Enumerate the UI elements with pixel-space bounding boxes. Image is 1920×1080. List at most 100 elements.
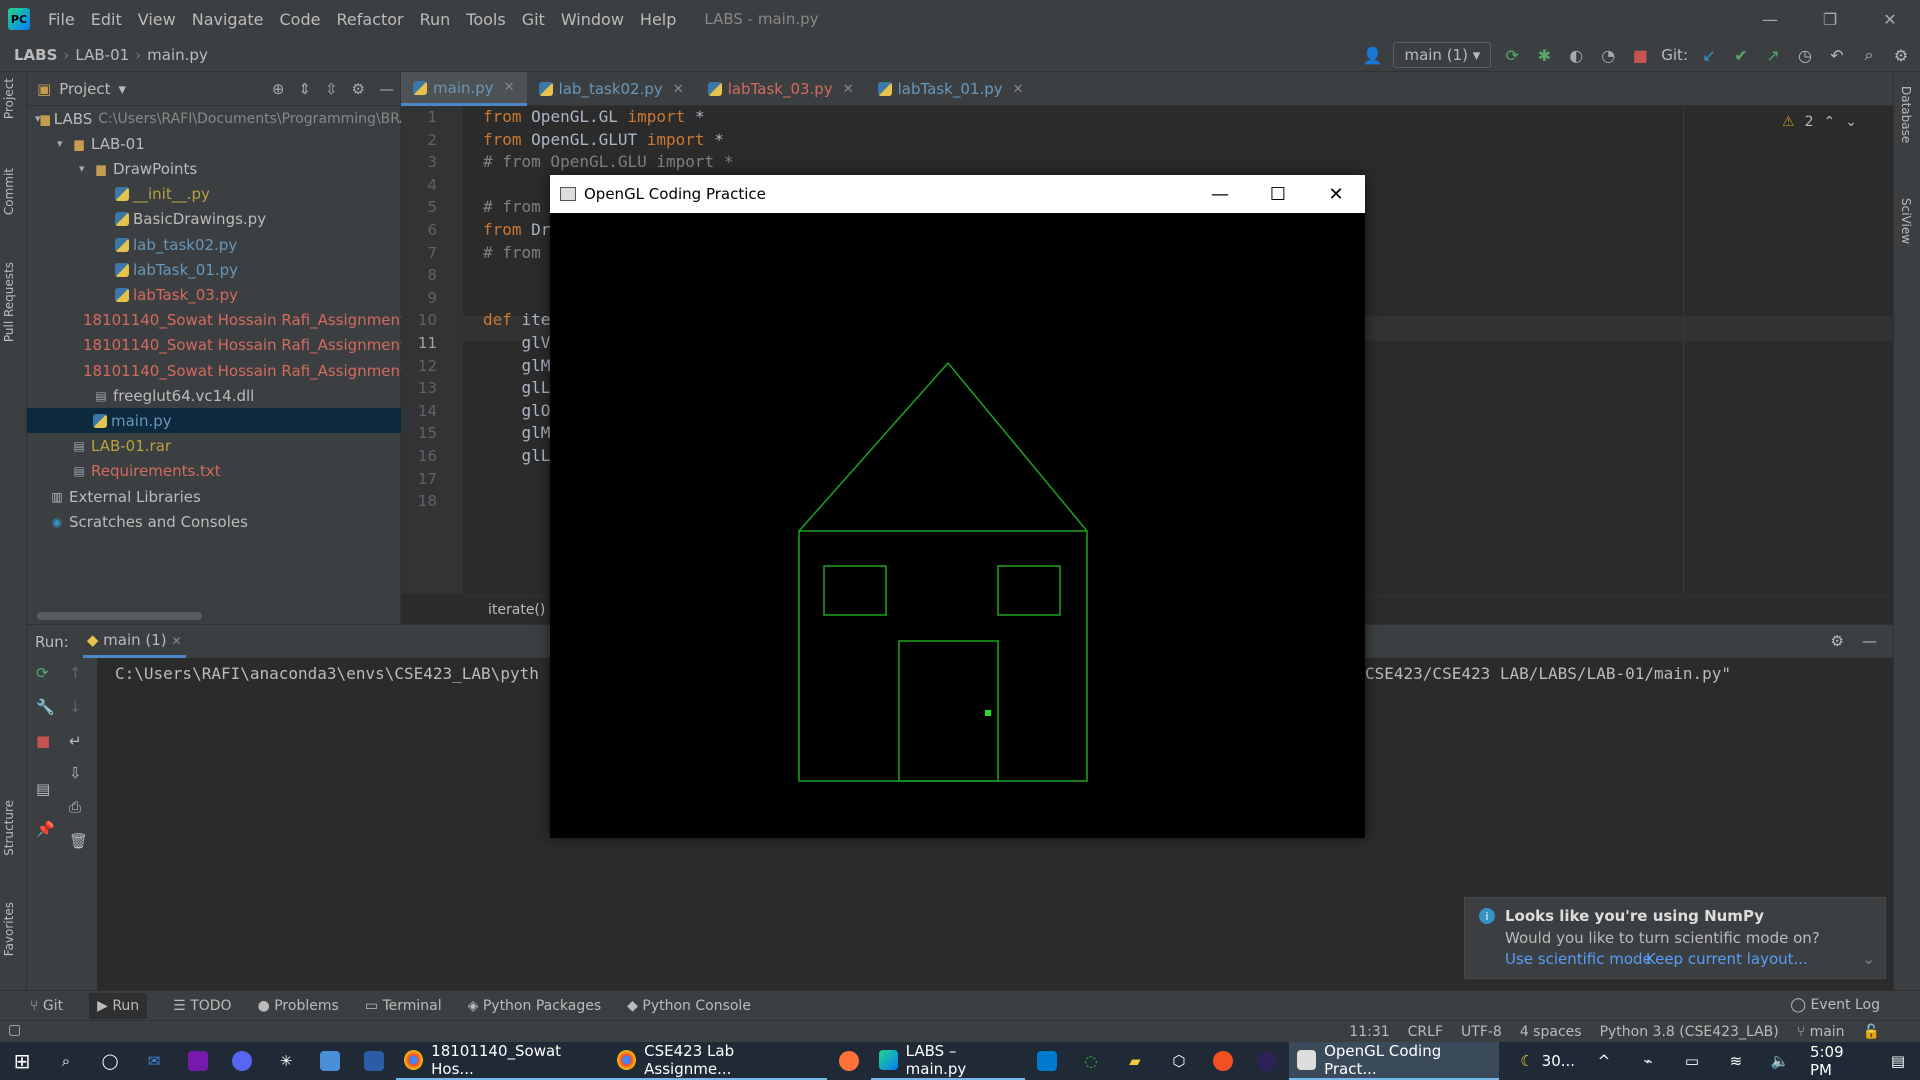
minimize-icon[interactable]: —	[1740, 0, 1800, 38]
keep-layout-link[interactable]: Keep current layout...	[1646, 950, 1808, 968]
rollback-icon[interactable]: ↶	[1826, 44, 1848, 66]
search-icon[interactable]: ⌕	[1858, 44, 1880, 66]
windows-start-icon[interactable]: ⊞	[0, 1042, 44, 1080]
status-interpreter[interactable]: Python 3.8 (CSE423_LAB)	[1600, 1024, 1779, 1040]
menu-window[interactable]: Window	[553, 10, 632, 29]
tree-item[interactable]: ▾ ▆ LAB-01	[27, 131, 401, 156]
collapse-all-icon[interactable]: ⇳	[325, 80, 338, 98]
stripe-database[interactable]: Database	[1899, 86, 1913, 143]
up-arrow-icon[interactable]: ↑	[69, 664, 82, 682]
powershell-icon[interactable]	[352, 1042, 396, 1080]
event-log-button[interactable]: ◯ Event Log	[1790, 997, 1880, 1013]
discord-icon[interactable]	[220, 1042, 264, 1080]
locate-icon[interactable]: ⊕	[272, 80, 285, 98]
cortana-icon[interactable]: ◯	[88, 1042, 132, 1080]
down-arrow-icon[interactable]: ↓	[69, 698, 82, 716]
layout-toggle-icon[interactable]: ▢	[8, 1022, 21, 1038]
stripe-structure[interactable]: Structure	[2, 800, 16, 856]
inspection-widget[interactable]: ⚠ 2 ⌃ ⌄	[1782, 114, 1857, 130]
status-indent[interactable]: 4 spaces	[1520, 1024, 1582, 1040]
toolwindow-terminal[interactable]: ▭ Terminal	[365, 998, 442, 1014]
menu-git[interactable]: Git	[514, 10, 553, 29]
spinner-app-icon[interactable]: ◌	[1069, 1042, 1113, 1080]
tree-item[interactable]: ▤ LAB-01.rar	[27, 434, 401, 459]
stop-icon[interactable]: ■	[1629, 44, 1651, 66]
rerun-icon[interactable]: ⟳	[1501, 44, 1523, 66]
cube-app-icon[interactable]: ⬡	[1157, 1042, 1201, 1080]
minimize-icon[interactable]: —	[1191, 175, 1249, 213]
toolwindow-run[interactable]: ▶ Run	[89, 992, 148, 1019]
tree-item[interactable]: ◉ Scratches and Consoles	[27, 509, 401, 534]
menu-navigate[interactable]: Navigate	[184, 10, 272, 29]
scroll-to-end-icon[interactable]: ⇩	[69, 764, 82, 782]
stripe-sciview[interactable]: SciView	[1899, 198, 1913, 244]
stop-icon[interactable]: ■	[36, 732, 50, 750]
coverage-icon[interactable]: ◐	[1565, 44, 1587, 66]
rerun-icon[interactable]: ⟳	[36, 664, 49, 682]
chevron-down-icon[interactable]: ▾	[57, 137, 71, 150]
profile-icon[interactable]: ◔	[1597, 44, 1619, 66]
run-configuration-select[interactable]: main (1) ▾	[1393, 42, 1492, 68]
close-icon[interactable]: ✕	[673, 82, 684, 97]
wifi-icon[interactable]: ≋	[1714, 1042, 1758, 1080]
gear-icon[interactable]: ⚙	[1831, 632, 1844, 650]
tree-item[interactable]: 18101140_Sowat Hossain Rafi_Assignment01	[27, 333, 401, 358]
toolwindow-python-console[interactable]: ◆ Python Console	[627, 998, 751, 1014]
orange-app-icon[interactable]	[1201, 1042, 1245, 1080]
soft-wrap-icon[interactable]: ↵	[69, 732, 82, 750]
menu-file[interactable]: File	[40, 10, 83, 29]
search-icon[interactable]: ⌕	[44, 1042, 88, 1080]
editor-tab[interactable]: labTask_01.py ✕	[866, 72, 1036, 106]
editor-tab[interactable]: labTask_03.py ✕	[696, 72, 866, 106]
close-icon[interactable]: ✕	[1013, 82, 1024, 97]
layout-icon[interactable]: ▤	[36, 780, 50, 798]
notification-center-icon[interactable]: ▤	[1876, 1042, 1920, 1080]
breadcrumb-file[interactable]: main.py	[141, 46, 214, 64]
chevron-down-icon[interactable]: ▾	[119, 80, 127, 98]
status-encoding[interactable]: UTF-8	[1461, 1024, 1502, 1040]
debug-icon[interactable]: ✱	[1533, 44, 1555, 66]
editor-tab[interactable]: lab_task02.py ✕	[527, 72, 696, 106]
status-position[interactable]: 11:31	[1349, 1024, 1389, 1040]
tree-item[interactable]: BasicDrawings.py	[27, 207, 401, 232]
pycharm-logo-icon[interactable]: PC	[8, 8, 30, 30]
usb-icon[interactable]: ⌁	[1626, 1042, 1670, 1080]
taskbar-opengl[interactable]: OpenGL Coding Pract...	[1288, 1042, 1500, 1080]
stripe-pull-requests[interactable]: Pull Requests	[2, 262, 16, 342]
chevron-down-icon[interactable]: ⌄	[1862, 950, 1875, 968]
menu-run[interactable]: Run	[412, 10, 459, 29]
wrench-icon[interactable]: 🔧	[36, 698, 55, 716]
close-icon[interactable]: ✕	[504, 80, 515, 95]
tree-item[interactable]: 18101140_Sowat Hossain Rafi_Assignment01	[27, 358, 401, 383]
toolwindow-problems[interactable]: ● Problems	[258, 998, 339, 1014]
eclipse-icon[interactable]	[1245, 1042, 1289, 1080]
tree-item[interactable]: __init__.py	[27, 182, 401, 207]
pin-icon[interactable]: 📌	[36, 820, 55, 838]
close-icon[interactable]: ✕	[843, 82, 854, 97]
volume-icon[interactable]: 🔈	[1758, 1042, 1802, 1080]
tree-item[interactable]: ▤ Requirements.txt	[27, 459, 401, 484]
chevron-down-icon[interactable]: ▾	[79, 162, 93, 175]
print-icon[interactable]: ⎙	[69, 798, 81, 816]
menu-tools[interactable]: Tools	[458, 10, 513, 29]
lock-icon[interactable]: 🔓	[1863, 1024, 1880, 1040]
taskbar-chrome-1[interactable]: 18101140_Sowat Hos...	[396, 1042, 609, 1080]
expand-all-icon[interactable]: ⇕	[298, 80, 311, 98]
taskbar-pycharm[interactable]: LABS – main.py	[870, 1042, 1025, 1080]
run-tab[interactable]: ◆ main (1) ✕	[82, 625, 186, 658]
menu-refactor[interactable]: Refactor	[328, 10, 411, 29]
onenote-icon[interactable]	[176, 1042, 220, 1080]
hide-icon[interactable]: —	[1862, 632, 1877, 650]
tree-item[interactable]: labTask_01.py	[27, 257, 401, 282]
chevron-up-icon[interactable]: ^	[1582, 1042, 1626, 1080]
opengl-canvas[interactable]	[550, 213, 1365, 838]
tree-item[interactable]: ▤ freeglut64.vc14.dll	[27, 383, 401, 408]
restore-icon[interactable]: ❐	[1800, 0, 1860, 38]
slack-icon[interactable]: ✳	[264, 1042, 308, 1080]
gear-icon[interactable]: ⚙	[352, 80, 365, 98]
chevron-down-icon[interactable]: ⌄	[1845, 114, 1857, 130]
tree-item[interactable]: ▾ ▆ LABS C:\Users\RAFI\Documents\Programmin…	[27, 106, 401, 131]
explorer-icon[interactable]	[308, 1042, 352, 1080]
menu-view[interactable]: View	[130, 10, 184, 29]
editor-tab[interactable]: main.py ✕	[401, 72, 527, 106]
